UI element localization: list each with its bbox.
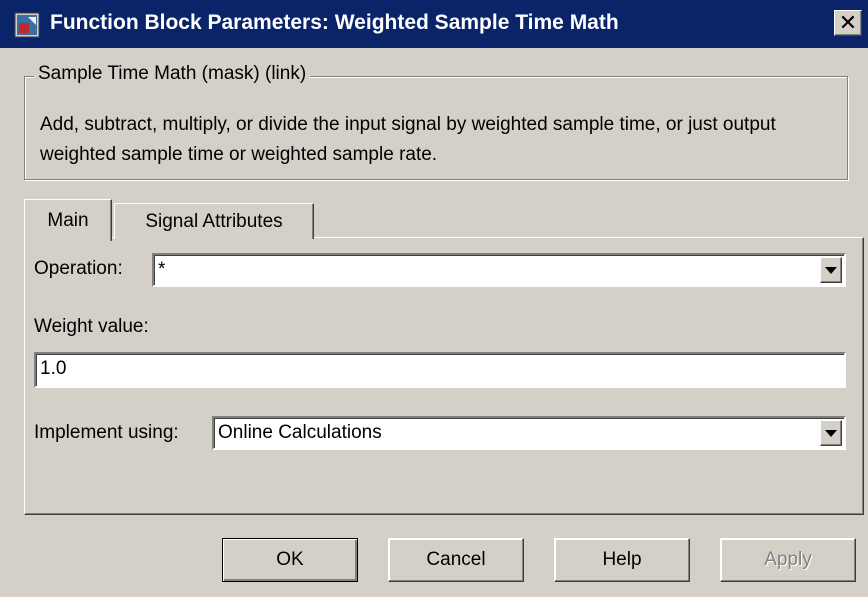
operation-label: Operation: [34, 258, 123, 279]
operation-dropdown[interactable]: * [152, 253, 846, 287]
chevron-down-icon [825, 266, 837, 274]
close-button[interactable]: ✕ [834, 10, 862, 36]
group-legend: Sample Time Math (mask) (link) [34, 63, 311, 85]
tab-main-label: Main [47, 209, 89, 231]
implement-using-dropdown[interactable]: Online Calculations [212, 416, 846, 450]
title-bar[interactable]: Function Block Parameters: Weighted Samp… [0, 0, 868, 48]
tab-signal-attributes[interactable]: Signal Attributes [114, 203, 314, 239]
weight-value-text: 1.0 [40, 358, 67, 379]
tab-main[interactable]: Main [24, 199, 112, 241]
cancel-button[interactable]: Cancel [388, 538, 524, 582]
chevron-down-icon [825, 429, 837, 437]
block-description: Add, subtract, multiply, or divide the i… [40, 114, 776, 165]
operation-dropdown-arrow[interactable] [820, 257, 842, 283]
operation-value: * [158, 259, 166, 280]
apply-button[interactable]: Apply [720, 538, 856, 582]
cancel-button-label: Cancel [426, 549, 486, 570]
help-button[interactable]: Help [554, 538, 690, 582]
ok-button-label: OK [276, 549, 304, 570]
simulink-block-icon [14, 12, 40, 38]
weight-value-label: Weight value: [34, 316, 149, 337]
implement-using-label: Implement using: [34, 422, 179, 443]
help-button-label: Help [602, 549, 642, 570]
weight-value-input[interactable]: 1.0 [34, 352, 846, 388]
apply-button-label: Apply [764, 549, 812, 570]
tab-signal-attributes-label: Signal Attributes [145, 210, 283, 232]
ok-button[interactable]: OK [222, 538, 358, 582]
implement-using-value: Online Calculations [218, 422, 382, 443]
close-icon: ✕ [838, 10, 858, 35]
implement-using-dropdown-arrow[interactable] [820, 420, 842, 446]
window-title: Function Block Parameters: Weighted Samp… [50, 11, 619, 34]
